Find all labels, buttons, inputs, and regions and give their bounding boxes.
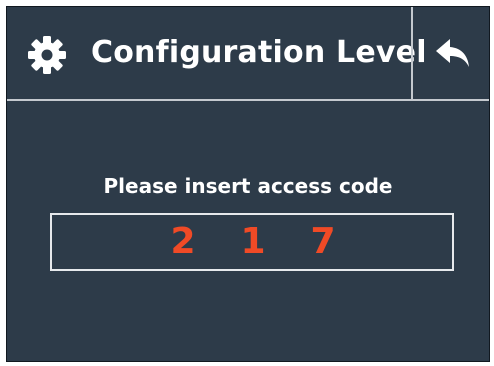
code-digit: 7 bbox=[310, 221, 336, 262]
code-digit: 1 bbox=[240, 221, 266, 262]
configuration-screen: Configuration Level Please insert access… bbox=[6, 6, 490, 362]
gear-icon bbox=[28, 36, 66, 74]
access-code-input[interactable]: 2 1 7 bbox=[50, 213, 454, 271]
code-digit: 2 bbox=[170, 221, 196, 262]
header-title-area: Configuration Level bbox=[7, 7, 426, 99]
header-bar: Configuration Level bbox=[7, 7, 489, 101]
back-button[interactable] bbox=[413, 7, 489, 99]
access-code-prompt: Please insert access code bbox=[103, 174, 393, 198]
page-title: Configuration Level bbox=[91, 35, 427, 70]
back-arrow-icon bbox=[436, 39, 469, 67]
